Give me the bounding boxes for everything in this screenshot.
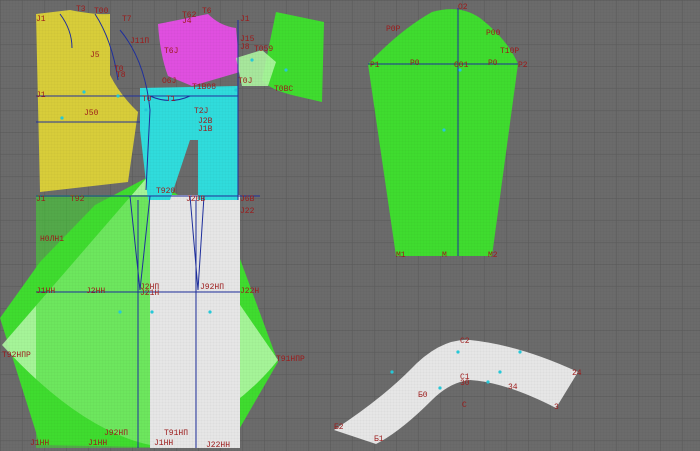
point-label: T1 bbox=[166, 95, 176, 104]
control-point[interactable] bbox=[486, 380, 490, 384]
point-label: J6В bbox=[240, 195, 255, 204]
point-label: T8 bbox=[116, 71, 126, 80]
point-label: М bbox=[442, 251, 447, 260]
point-label: J1НН bbox=[30, 439, 50, 448]
point-label: Т91НП bbox=[164, 429, 189, 438]
pattern-workspace[interactable]: J1 T3 T00 T7 T62 T6 J4 J1 J11П T6J J15 J8 T059 T0ВС T0… bbox=[0, 0, 700, 451]
control-point[interactable] bbox=[82, 90, 86, 94]
texture-overlay bbox=[0, 0, 700, 451]
control-point[interactable] bbox=[208, 310, 212, 314]
point-label: J92НП bbox=[104, 429, 129, 438]
control-point[interactable] bbox=[442, 128, 446, 132]
point-label: Р0 bbox=[488, 59, 498, 68]
point-label: J5 bbox=[90, 51, 100, 60]
point-label: Б0 bbox=[418, 391, 428, 400]
point-label: J1 bbox=[36, 195, 46, 204]
point-label: Т2J bbox=[194, 107, 209, 116]
point-label: J8 bbox=[240, 43, 250, 52]
point-label: Т920 bbox=[156, 187, 176, 196]
point-label: J2НН bbox=[86, 287, 106, 296]
point-label: J1НН bbox=[36, 287, 56, 296]
control-point[interactable] bbox=[438, 386, 442, 390]
point-label: J1НН bbox=[88, 439, 108, 448]
point-label: J22 bbox=[240, 207, 255, 216]
point-label: J50 bbox=[84, 109, 99, 118]
point-label: J11П bbox=[130, 37, 150, 46]
point-label: J20В bbox=[186, 195, 206, 204]
point-label: T6 bbox=[202, 7, 212, 16]
control-point[interactable] bbox=[250, 58, 254, 62]
point-label: Р2 bbox=[518, 61, 528, 70]
point-label: С2 bbox=[460, 337, 470, 346]
point-label: J1 bbox=[36, 91, 46, 100]
point-label: 24 bbox=[572, 369, 582, 378]
control-point[interactable] bbox=[284, 68, 288, 72]
point-label: J1НН bbox=[154, 439, 174, 448]
control-point[interactable] bbox=[518, 350, 522, 354]
point-label: T0ВС bbox=[274, 85, 294, 94]
point-label: J1 bbox=[36, 15, 46, 24]
control-point[interactable] bbox=[234, 88, 238, 92]
point-label: Т0 bbox=[142, 95, 152, 104]
point-label: Б1 bbox=[374, 435, 384, 444]
point-label: T6J bbox=[164, 47, 179, 56]
point-label: 3 bbox=[554, 403, 559, 412]
point-label: М2 bbox=[488, 251, 498, 260]
point-label: C bbox=[462, 401, 467, 410]
point-label: 30 bbox=[460, 379, 470, 388]
point-label: J22Н bbox=[240, 287, 260, 296]
point-label: Р1 bbox=[370, 61, 380, 70]
control-point[interactable] bbox=[60, 116, 64, 120]
point-label: Р00 bbox=[486, 29, 501, 38]
point-label: T00 bbox=[94, 7, 109, 16]
point-label: Т92НПР bbox=[2, 351, 31, 360]
point-label: О2 bbox=[458, 3, 468, 12]
point-label: Н0ЛН1 bbox=[40, 235, 65, 244]
point-label: T91НПР bbox=[276, 355, 305, 364]
point-label: Т10Р bbox=[500, 47, 520, 56]
point-label: J22НН bbox=[206, 441, 231, 450]
control-point[interactable] bbox=[390, 370, 394, 374]
control-point[interactable] bbox=[456, 350, 460, 354]
control-point[interactable] bbox=[498, 370, 502, 374]
point-label: J92НП bbox=[200, 283, 225, 292]
point-label: T0J bbox=[238, 77, 253, 86]
point-label: Р0Р bbox=[386, 25, 401, 34]
point-label: J4 bbox=[182, 17, 192, 26]
point-label: Р0 bbox=[410, 59, 420, 68]
control-point[interactable] bbox=[144, 108, 148, 112]
control-point[interactable] bbox=[150, 310, 154, 314]
point-label: О01 bbox=[454, 61, 469, 70]
control-point[interactable] bbox=[118, 310, 122, 314]
point-label: T059 bbox=[254, 45, 274, 54]
point-label: T3 bbox=[76, 5, 86, 14]
point-label: J1 bbox=[240, 15, 250, 24]
point-label: T7 bbox=[122, 15, 132, 24]
point-label: Т1В08 bbox=[192, 83, 217, 92]
point-label: 34 bbox=[508, 383, 518, 392]
point-label: О6J bbox=[162, 77, 177, 86]
pattern-canvas[interactable] bbox=[0, 0, 700, 451]
point-label: T92 bbox=[70, 195, 85, 204]
point-label: М1 bbox=[396, 251, 406, 260]
control-point[interactable] bbox=[116, 94, 120, 98]
point-label: Б2 bbox=[334, 423, 344, 432]
point-label: J21Н bbox=[140, 289, 160, 298]
point-label: J1В bbox=[198, 125, 213, 134]
